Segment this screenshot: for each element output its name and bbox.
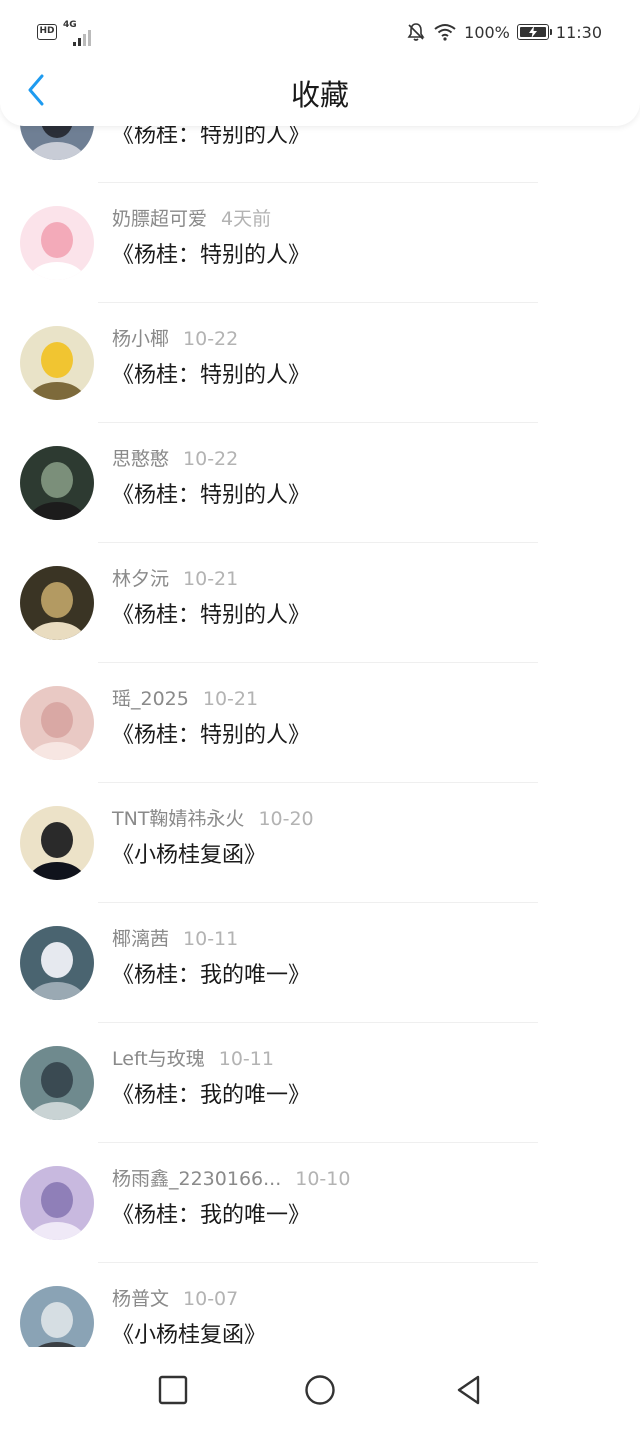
item-meta: TNT鞠婧祎永火 10-20 — [112, 804, 314, 831]
timestamp: 10-21 — [183, 568, 239, 590]
avatar[interactable] — [20, 1046, 94, 1120]
page-title: 收藏 — [290, 78, 349, 112]
item-title[interactable]: 《杨桂：特别的人》 — [112, 477, 310, 509]
item-title[interactable]: 《杨桂：特别的人》 — [112, 597, 310, 629]
timestamp: 4天前 — [221, 208, 272, 230]
item-title[interactable]: 《杨桂：特别的人》 — [112, 237, 310, 269]
username[interactable]: 杨雨鑫_2230166... — [112, 1168, 281, 1190]
list-item[interactable]: 杨普文 10-07 《小杨桂复函》 — [0, 1262, 640, 1347]
hd-badge: HD — [37, 24, 57, 40]
item-title[interactable]: 《杨桂：特别的人》 — [112, 717, 310, 749]
status-right: 100% 11:30 — [406, 22, 602, 42]
square-icon — [158, 1375, 188, 1405]
list-item[interactable]: 杨雨鑫_2230166... 10-10 《杨桂：我的唯一》 — [0, 1142, 640, 1262]
item-meta: 奶膘超可爱 4天前 — [112, 204, 271, 231]
bell-off-icon — [407, 23, 425, 41]
username[interactable]: 椰漓茜 — [112, 928, 169, 950]
signal-icon: 4G — [63, 20, 97, 48]
avatar[interactable] — [20, 326, 94, 400]
list-item[interactable]: 椰漓茜 10-11 《杨桂：我的唯一》 — [0, 902, 640, 1022]
timestamp: 10-07 — [183, 1288, 239, 1310]
item-meta: 林夕沅 10-21 — [112, 564, 238, 591]
status-left: HD 4G — [37, 20, 97, 48]
avatar[interactable] — [20, 566, 94, 640]
username[interactable]: 奶膘超可爱 — [112, 208, 207, 230]
item-title[interactable]: 《杨桂：特别的人》 — [112, 357, 310, 389]
item-meta: Left与玫瑰 10-11 — [112, 1044, 274, 1071]
item-meta: 杨小椰 10-22 — [112, 324, 238, 351]
username[interactable]: 林夕沅 — [112, 568, 169, 590]
username[interactable]: TNT鞠婧祎永火 — [112, 808, 244, 830]
clock: 11:30 — [555, 22, 602, 42]
favorites-list: 《杨桂：特别的人》 奶膘超可爱 4天前 《杨桂：特别的人》 杨小椰 10-22 《杨桂：特别… — [0, 0, 640, 1347]
list-item[interactable]: 思憨憨 10-22 《杨桂：特别的人》 — [0, 422, 640, 542]
wifi-icon — [434, 24, 456, 41]
timestamp: 10-11 — [183, 928, 239, 950]
list-item[interactable]: 林夕沅 10-21 《杨桂：特别的人》 — [0, 542, 640, 662]
home-button[interactable] — [302, 1372, 338, 1408]
item-meta: 思憨憨 10-22 — [112, 444, 238, 471]
username[interactable]: 思憨憨 — [112, 448, 169, 470]
triangle-back-icon — [457, 1375, 480, 1405]
network-type: 4G — [63, 20, 77, 30]
item-title[interactable]: 《小杨桂复函》 — [112, 837, 266, 869]
list-item[interactable]: 瑶_2025 10-21 《杨桂：特别的人》 — [0, 662, 640, 782]
item-meta: 杨普文 10-07 — [112, 1284, 238, 1311]
item-title[interactable]: 《杨桂：我的唯一》 — [112, 1197, 310, 1229]
list-item[interactable]: TNT鞠婧祎永火 10-20 《小杨桂复函》 — [0, 782, 640, 902]
system-navigation-bar — [0, 1347, 640, 1433]
username[interactable]: Left与玫瑰 — [112, 1048, 205, 1070]
avatar[interactable] — [20, 686, 94, 760]
username[interactable]: 杨普文 — [112, 1288, 169, 1310]
avatar[interactable] — [20, 926, 94, 1000]
recent-apps-button[interactable] — [155, 1372, 191, 1408]
status-bar: HD 4G 100% 11:30 — [0, 0, 640, 64]
circle-icon — [305, 1375, 335, 1405]
item-title[interactable]: 《杨桂：我的唯一》 — [112, 957, 310, 989]
battery-percent: 100% — [464, 22, 510, 42]
item-title[interactable]: 《杨桂：我的唯一》 — [112, 1077, 310, 1109]
timestamp: 10-21 — [202, 688, 259, 710]
avatar[interactable] — [20, 206, 94, 280]
item-meta: 瑶_2025 10-21 — [112, 684, 258, 711]
timestamp: 10-22 — [183, 448, 239, 470]
avatar[interactable] — [20, 806, 94, 880]
battery-charging-icon — [516, 24, 552, 40]
avatar[interactable] — [20, 446, 94, 520]
list-item[interactable]: Left与玫瑰 10-11 《杨桂：我的唯一》 — [0, 1022, 640, 1142]
timestamp: 10-22 — [183, 328, 239, 350]
list-item[interactable]: 杨小椰 10-22 《杨桂：特别的人》 — [0, 302, 640, 422]
avatar[interactable] — [20, 1286, 94, 1347]
list-item[interactable]: 奶膘超可爱 4天前《杨桂：特别的人》 — [0, 182, 640, 302]
item-title[interactable]: 《小杨桂复函》 — [112, 1317, 266, 1347]
item-meta: 椰漓茜 10-11 — [112, 924, 238, 951]
avatar[interactable] — [20, 1166, 94, 1240]
username[interactable]: 瑶_2025 — [112, 688, 189, 710]
item-meta: 杨雨鑫_2230166... 10-10 — [112, 1164, 350, 1191]
timestamp: 10-10 — [295, 1168, 351, 1190]
timestamp: 10-20 — [258, 808, 314, 830]
username[interactable]: 杨小椰 — [112, 328, 169, 350]
timestamp: 10-11 — [218, 1048, 274, 1070]
back-nav-button[interactable] — [450, 1372, 486, 1408]
